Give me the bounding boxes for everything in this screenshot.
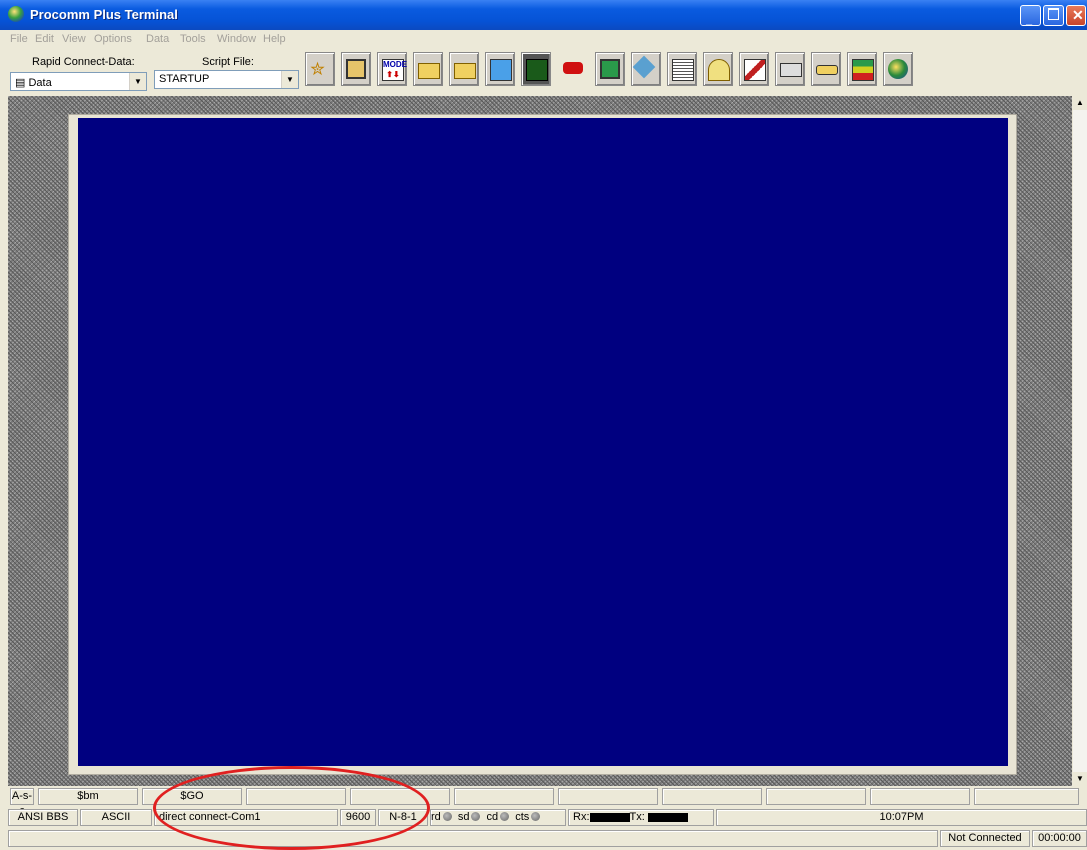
menu-bar: File Edit View Options Data Tools Window… xyxy=(0,30,1087,48)
tx-label: Tx: xyxy=(629,811,645,823)
run-icon: ✮ xyxy=(310,59,326,79)
vertical-scrollbar[interactable]: ▲ ▼ xyxy=(1073,96,1087,786)
tx-meter xyxy=(647,812,688,822)
rd-led-icon xyxy=(442,812,452,822)
rx-tx-meter: Rx: Tx: xyxy=(568,809,714,826)
meta-key-1[interactable]: A-s-c xyxy=(10,788,34,817)
monitor-button[interactable] xyxy=(595,52,625,86)
run-script-button[interactable]: ✮ xyxy=(305,52,335,86)
title-bar: Procomm Plus Terminal _ ✕ xyxy=(0,0,1087,30)
connection-status-bar: Not Connected 00:00:00 xyxy=(8,830,1087,848)
emulation-indicator[interactable]: ANSI BBS xyxy=(8,809,78,826)
meta-key-6[interactable] xyxy=(454,788,554,805)
script-file-dropdown[interactable]: STARTUP ▼ xyxy=(154,70,299,89)
meta-key-9[interactable] xyxy=(766,788,866,805)
scroll-down-icon[interactable]: ▼ xyxy=(1073,772,1087,786)
terminal-icon xyxy=(526,59,548,81)
rd-label: rd xyxy=(431,811,441,823)
menu-view[interactable]: View xyxy=(62,33,86,45)
rx-label: Rx: xyxy=(573,811,590,823)
cts-led-icon xyxy=(531,812,541,822)
status-spacer xyxy=(8,830,938,847)
internet-icon xyxy=(888,59,908,79)
rapid-connect-dropdown[interactable]: ▤ Data ▼ xyxy=(10,72,147,91)
filter-button[interactable] xyxy=(703,52,733,86)
tools-button[interactable] xyxy=(631,52,661,86)
chevron-down-icon[interactable]: ▼ xyxy=(281,71,298,88)
menu-file[interactable]: File xyxy=(10,33,28,45)
printer-button[interactable] xyxy=(775,52,805,86)
hangup-button[interactable] xyxy=(559,52,589,86)
cd-led-icon xyxy=(500,812,510,822)
capture-icon xyxy=(672,59,694,81)
menu-help[interactable]: Help xyxy=(263,33,286,45)
receive-file-button[interactable] xyxy=(449,52,479,86)
mode-icon: MODE ⬆⬇ xyxy=(382,59,407,81)
chevron-down-icon[interactable]: ▼ xyxy=(129,73,146,90)
keyboard-button[interactable] xyxy=(811,52,841,86)
menu-tools[interactable]: Tools xyxy=(180,33,206,45)
scroll-up-icon[interactable]: ▲ xyxy=(1073,96,1087,110)
tools-icon xyxy=(632,55,656,79)
phonebook-button[interactable] xyxy=(341,52,371,86)
meta-keys-button[interactable] xyxy=(847,52,877,86)
meta-key-11[interactable] xyxy=(974,788,1079,805)
minimize-button[interactable]: _ xyxy=(1020,5,1041,26)
signal-indicators: rd sd cd cts xyxy=(430,809,566,826)
menu-options[interactable]: Options xyxy=(94,33,132,45)
send-file-button[interactable] xyxy=(413,52,443,86)
meta-key-2[interactable]: $bm xyxy=(38,788,138,805)
meta-key-7[interactable] xyxy=(558,788,658,805)
maximize-button[interactable] xyxy=(1043,5,1064,26)
fax-button[interactable] xyxy=(485,52,515,86)
monitor-icon xyxy=(600,59,620,79)
setup-icon xyxy=(744,59,766,81)
setup-button[interactable] xyxy=(739,52,769,86)
terminal-screen[interactable] xyxy=(78,118,1008,766)
window-title: Procomm Plus Terminal xyxy=(30,7,178,22)
menu-data[interactable]: Data xyxy=(146,33,169,45)
keyboard-icon xyxy=(816,65,838,75)
connection-timer: 00:00:00 xyxy=(1032,830,1087,847)
capture-button[interactable] xyxy=(667,52,697,86)
menu-edit[interactable]: Edit xyxy=(35,33,54,45)
hangup-icon xyxy=(563,62,583,74)
rapid-connect-value: ▤ Data xyxy=(15,77,52,89)
mode-button[interactable]: MODE ⬆⬇ xyxy=(377,52,407,86)
receive-file-icon xyxy=(454,63,476,79)
connection-status: Not Connected xyxy=(940,830,1030,847)
app-icon[interactable] xyxy=(8,6,24,22)
cd-label: cd xyxy=(486,811,499,823)
printer-icon xyxy=(780,63,802,77)
fax-icon xyxy=(490,59,512,81)
meta-key-10[interactable] xyxy=(870,788,970,805)
script-file-value: STARTUP xyxy=(159,73,210,85)
annotation-ellipse xyxy=(153,766,430,850)
terminal-button[interactable] xyxy=(521,52,551,86)
cts-label: cts xyxy=(515,811,530,823)
send-file-icon xyxy=(418,63,440,79)
transfer-protocol-indicator[interactable]: ASCII xyxy=(80,809,152,826)
close-button[interactable]: ✕ xyxy=(1066,5,1086,26)
phonebook-icon xyxy=(346,59,366,79)
internet-button[interactable] xyxy=(883,52,913,86)
rapid-connect-label: Rapid Connect-Data: xyxy=(32,56,135,68)
script-file-label: Script File: xyxy=(202,56,254,68)
sd-label: sd xyxy=(457,811,470,823)
meta-keys-icon xyxy=(852,59,874,81)
filter-icon xyxy=(708,59,730,81)
sd-led-icon xyxy=(471,812,481,822)
menu-window[interactable]: Window xyxy=(217,33,256,45)
clock: 10:07PM xyxy=(716,809,1087,826)
rx-meter xyxy=(589,812,630,822)
meta-key-8[interactable] xyxy=(662,788,762,805)
